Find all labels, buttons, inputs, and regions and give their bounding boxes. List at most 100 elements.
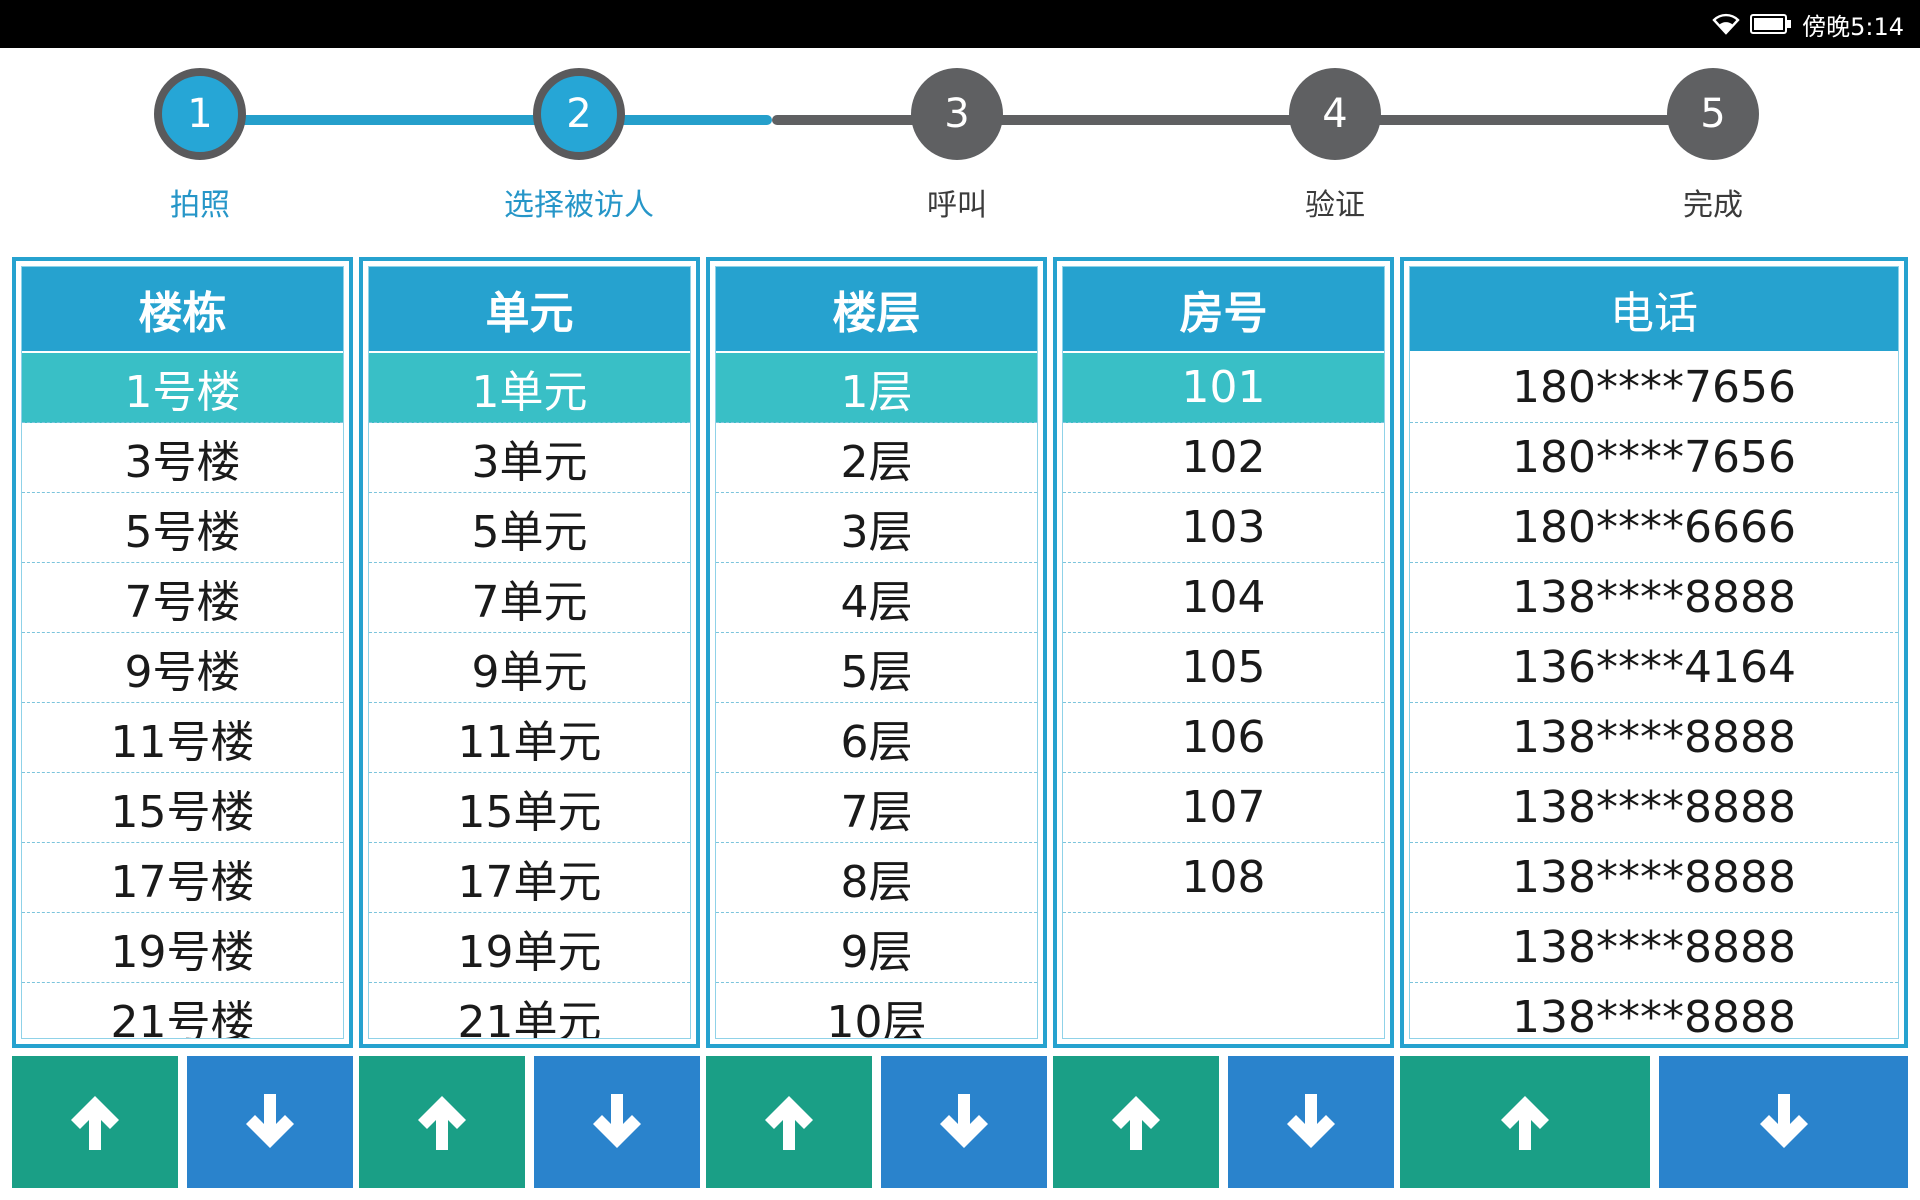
phone-column-header: 电话: [1410, 267, 1898, 353]
progress-stepper: 1 2 3 4 5 拍照 选择被访人 呼叫 验证 完成: [0, 48, 1920, 248]
list-item[interactable]: 180****7656: [1410, 353, 1898, 423]
step-3-label: 呼叫: [927, 188, 987, 223]
floor-list[interactable]: 楼层 1层 2层 3层 4层 5层 6层 7层 8层 9层 10层: [715, 266, 1038, 1039]
list-item[interactable]: 103: [1063, 493, 1384, 563]
list-item[interactable]: 7单元: [369, 563, 690, 633]
list-item[interactable]: 138****8888: [1410, 913, 1898, 983]
arrow-down-icon: [238, 1090, 302, 1154]
room-rows: 101 102 103 104 105 106 107 108: [1063, 353, 1384, 1038]
unit-column-header: 单元: [369, 267, 690, 353]
battery-icon: [1750, 13, 1792, 35]
list-item[interactable]: 5号楼: [22, 493, 343, 563]
status-icons: 傍晚5:14: [1712, 0, 1904, 48]
list-item[interactable]: 7层: [716, 773, 1037, 843]
list-item[interactable]: 1层: [716, 353, 1037, 423]
list-item[interactable]: 180****6666: [1410, 493, 1898, 563]
list-item[interactable]: 5层: [716, 633, 1037, 703]
list-item[interactable]: 180****7656: [1410, 423, 1898, 493]
list-item[interactable]: 15号楼: [22, 773, 343, 843]
list-item[interactable]: 138****8888: [1410, 983, 1898, 1038]
list-item[interactable]: 19号楼: [22, 913, 343, 983]
list-item[interactable]: 138****8888: [1410, 703, 1898, 773]
list-item[interactable]: 10层: [716, 983, 1037, 1039]
list-item[interactable]: 15单元: [369, 773, 690, 843]
building-column: 楼栋 1号楼 3号楼 5号楼 7号楼 9号楼 11号楼 15号楼 17号楼 19号楼 21号楼: [12, 257, 353, 1048]
step-3-circle: 3: [911, 68, 1003, 160]
room-column: 房号 101 102 103 104 105 106 107 108: [1053, 257, 1394, 1048]
unit-scroll-up-button[interactable]: [359, 1056, 525, 1188]
list-item[interactable]: 108: [1063, 843, 1384, 913]
building-scroll-up-button[interactable]: [12, 1056, 178, 1188]
list-item[interactable]: 7号楼: [22, 563, 343, 633]
arrow-up-icon: [1104, 1090, 1168, 1154]
arrow-down-icon: [585, 1090, 649, 1154]
list-item[interactable]: 21号楼: [22, 983, 343, 1039]
list-item[interactable]: 21单元: [369, 983, 690, 1039]
list-item[interactable]: 1号楼: [22, 353, 343, 423]
phone-scroll-up-button[interactable]: [1400, 1056, 1650, 1188]
phone-rows: 180****7656 180****7656 180****6666 138****…: [1410, 353, 1898, 1038]
list-item[interactable]: 11单元: [369, 703, 690, 773]
empty-list-slot: [1063, 913, 1384, 983]
arrow-up-icon: [757, 1090, 821, 1154]
list-item[interactable]: 105: [1063, 633, 1384, 703]
floor-column-header: 楼层: [716, 267, 1037, 353]
phone-scroll-down-button[interactable]: [1659, 1056, 1908, 1188]
phone-list[interactable]: 电话 180****7656 180****7656 180****6666 138*…: [1409, 266, 1899, 1039]
arrow-up-icon: [63, 1090, 127, 1154]
list-item[interactable]: 107: [1063, 773, 1384, 843]
unit-scroll-down-button[interactable]: [534, 1056, 700, 1188]
list-item[interactable]: 6层: [716, 703, 1037, 773]
list-item[interactable]: 19单元: [369, 913, 690, 983]
building-column-header: 楼栋: [22, 267, 343, 353]
list-item[interactable]: 11号楼: [22, 703, 343, 773]
list-item[interactable]: 104: [1063, 563, 1384, 633]
list-item[interactable]: 138****8888: [1410, 563, 1898, 633]
room-scroll-down-button[interactable]: [1228, 1056, 1394, 1188]
list-item[interactable]: 1单元: [369, 353, 690, 423]
list-item[interactable]: 9层: [716, 913, 1037, 983]
list-item[interactable]: 102: [1063, 423, 1384, 493]
clock: 傍晚5:14: [1802, 12, 1904, 41]
status-bar: 傍晚5:14: [0, 0, 1920, 48]
list-item[interactable]: 138****8888: [1410, 843, 1898, 913]
wifi-icon: [1712, 13, 1740, 35]
room-list[interactable]: 房号 101 102 103 104 105 106 107 108: [1062, 266, 1385, 1039]
empty-list-slot: [1063, 983, 1384, 1038]
floor-scroll-down-button[interactable]: [881, 1056, 1047, 1188]
building-list[interactable]: 楼栋 1号楼 3号楼 5号楼 7号楼 9号楼 11号楼 15号楼 17号楼 19号楼 21号楼: [21, 266, 344, 1039]
list-item[interactable]: 4层: [716, 563, 1037, 633]
floor-scroll-up-button[interactable]: [706, 1056, 872, 1188]
step-1-circle: 1: [154, 68, 246, 160]
list-item[interactable]: 3层: [716, 493, 1037, 563]
step-4-label: 验证: [1305, 188, 1365, 223]
list-item[interactable]: 2层: [716, 423, 1037, 493]
arrow-down-icon: [1752, 1090, 1816, 1154]
list-item[interactable]: 106: [1063, 703, 1384, 773]
phone-column: 电话 180****7656 180****7656 180****6666 138*…: [1400, 257, 1908, 1048]
list-item[interactable]: 3号楼: [22, 423, 343, 493]
arrow-down-icon: [1279, 1090, 1343, 1154]
list-item[interactable]: 136****4164: [1410, 633, 1898, 703]
building-scroll-down-button[interactable]: [187, 1056, 353, 1188]
list-item[interactable]: 17单元: [369, 843, 690, 913]
arrow-up-icon: [1493, 1090, 1557, 1154]
stepper-track-completed: [200, 115, 772, 125]
list-item[interactable]: 101: [1063, 353, 1384, 423]
list-item[interactable]: 8层: [716, 843, 1037, 913]
step-2-circle: 2: [533, 68, 625, 160]
room-column-header: 房号: [1063, 267, 1384, 353]
step-5-circle: 5: [1667, 68, 1759, 160]
step-4-circle: 4: [1289, 68, 1381, 160]
floor-rows: 1层 2层 3层 4层 5层 6层 7层 8层 9层 10层: [716, 353, 1037, 1039]
list-item[interactable]: 17号楼: [22, 843, 343, 913]
step-2-label: 选择被访人: [504, 188, 654, 223]
list-item[interactable]: 138****8888: [1410, 773, 1898, 843]
list-item[interactable]: 5单元: [369, 493, 690, 563]
unit-list[interactable]: 单元 1单元 3单元 5单元 7单元 9单元 11单元 15单元 17单元 19单元 21单元: [368, 266, 691, 1039]
list-item[interactable]: 9单元: [369, 633, 690, 703]
list-item[interactable]: 9号楼: [22, 633, 343, 703]
unit-column: 单元 1单元 3单元 5单元 7单元 9单元 11单元 15单元 17单元 19单元 21单元: [359, 257, 700, 1048]
list-item[interactable]: 3单元: [369, 423, 690, 493]
room-scroll-up-button[interactable]: [1053, 1056, 1219, 1188]
